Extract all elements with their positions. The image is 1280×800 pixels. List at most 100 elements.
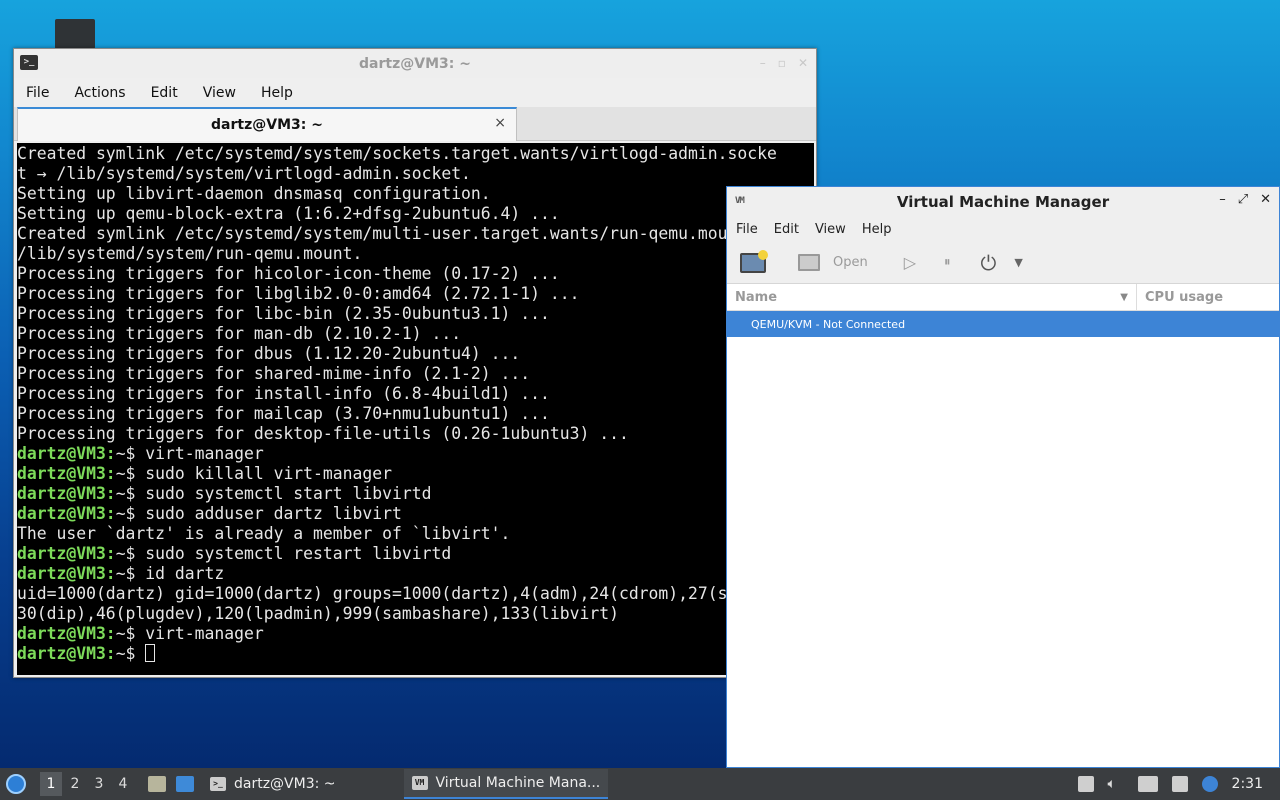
terminal-line-text: Processing triggers for install-info (6.… (17, 384, 550, 403)
show-desktop-icon[interactable] (176, 776, 194, 792)
shutdown-menu-button[interactable]: ▼ (1014, 256, 1022, 269)
eject-icon[interactable] (1077, 776, 1094, 792)
shell-prompt: dartz@VM3: (17, 484, 116, 503)
terminal-line-text: ~$ virt-manager (115, 624, 264, 643)
menu-actions[interactable]: Actions (74, 85, 125, 101)
maximize-icon[interactable]: ⤢ (1238, 192, 1248, 207)
terminal-line: Processing triggers for shared-mime-info… (17, 364, 814, 384)
tab-label: dartz@VM3: ~ (211, 117, 323, 133)
menu-view[interactable]: View (203, 85, 236, 101)
terminal-output[interactable]: Created symlink /etc/systemd/system/sock… (17, 143, 814, 675)
vm-list-header: Name ▼ CPU usage (727, 284, 1279, 311)
terminal-line-text: /lib/systemd/system/run-qemu.mount. (17, 244, 363, 263)
terminal-line-text: Setting up qemu-block-extra (1:6.2+dfsg-… (17, 204, 560, 223)
open-button[interactable]: Open (798, 254, 868, 271)
terminal-line: Processing triggers for libglib2.0-0:amd… (17, 284, 814, 304)
workspace-1[interactable]: 1 (40, 772, 62, 796)
terminal-window: >_ dartz@VM3: ~ – ▫ ✕ File Actions Edit … (13, 48, 817, 678)
column-name[interactable]: Name ▼ (727, 284, 1137, 310)
column-name-label: Name (735, 289, 778, 305)
terminal-line: Processing triggers for man-db (2.10.2-1… (17, 324, 814, 344)
terminal-line-text: ~$ sudo systemctl restart libvirtd (115, 544, 452, 563)
terminal-line-text: Created symlink /etc/systemd/system/sock… (17, 144, 777, 163)
vmm-titlebar[interactable]: VM Virtual Machine Manager – ⤢ ✕ (727, 187, 1279, 216)
terminal-line-text: Processing triggers for shared-mime-info… (17, 364, 531, 383)
terminal-line: dartz@VM3:~$ id dartz (17, 564, 814, 584)
terminal-line-text: Processing triggers for libc-bin (2.35-0… (17, 304, 550, 323)
terminal-line: /lib/systemd/system/run-qemu.mount. (17, 244, 814, 264)
workspace-2[interactable]: 2 (64, 772, 86, 796)
task-vmm[interactable]: VM Virtual Machine Mana... (403, 769, 609, 799)
start-menu-icon[interactable] (6, 774, 26, 794)
shutdown-button[interactable]: ⏻ (981, 251, 997, 275)
terminal-line: The user `dartz' is already a member of … (17, 524, 814, 544)
vmm-menu-help[interactable]: Help (862, 222, 892, 237)
clock[interactable]: 2:31 (1232, 776, 1263, 792)
terminal-line: Setting up libvirt-daemon dnsmasq config… (17, 184, 814, 204)
terminal-title: dartz@VM3: ~ (359, 55, 471, 72)
minimize-icon[interactable]: – (760, 56, 766, 70)
clipboard-icon[interactable] (1171, 776, 1188, 792)
column-cpu[interactable]: CPU usage (1137, 290, 1223, 305)
terminal-line-text: ~$ sudo systemctl start libvirtd (115, 484, 432, 503)
vmm-window: VM Virtual Machine Manager – ⤢ ✕ File Ed… (726, 186, 1280, 768)
tab-close-icon[interactable]: × (494, 115, 506, 131)
maximize-icon[interactable]: ▫ (778, 56, 786, 70)
new-vm-button[interactable] (740, 249, 768, 273)
minimize-icon[interactable]: – (1219, 192, 1226, 207)
vmm-menu-view[interactable]: View (815, 222, 846, 237)
task-terminal-label: dartz@VM3: ~ (234, 776, 336, 792)
terminal-line-text: Processing triggers for man-db (2.10.2-1… (17, 324, 462, 343)
terminal-line: Processing triggers for libc-bin (2.35-0… (17, 304, 814, 324)
file-manager-icon[interactable] (148, 776, 166, 792)
text-cursor (145, 644, 156, 662)
task-terminal[interactable]: >_ dartz@VM3: ~ (202, 769, 344, 799)
vmm-window-controls: – ⤢ ✕ (1219, 192, 1271, 207)
connection-row[interactable]: QEMU/KVM - Not Connected (727, 311, 1279, 337)
terminal-menubar: File Actions Edit View Help (14, 78, 816, 107)
close-icon[interactable]: ✕ (1260, 192, 1271, 207)
terminal-line: Created symlink /etc/systemd/system/sock… (17, 144, 814, 164)
pause-icon: ⏸ (944, 255, 951, 270)
terminal-line-text: ~$ (115, 644, 146, 663)
terminal-line: uid=1000(dartz) gid=1000(dartz) groups=1… (17, 584, 814, 604)
vmm-app-icon: VM (735, 196, 745, 206)
desktop-icon[interactable] (55, 19, 95, 49)
terminal-line: dartz@VM3:~$ sudo killall virt-manager (17, 464, 814, 484)
vmm-menu-file[interactable]: File (736, 222, 758, 237)
task-vmm-label: Virtual Machine Mana... (435, 775, 601, 791)
open-label: Open (833, 255, 868, 270)
sort-down-icon: ▼ (1120, 291, 1128, 303)
notification-icon[interactable] (1201, 776, 1218, 792)
new-vm-icon (740, 249, 768, 273)
menu-edit[interactable]: Edit (151, 85, 178, 101)
menu-help[interactable]: Help (261, 85, 293, 101)
terminal-line-text: Processing triggers for mailcap (3.70+nm… (17, 404, 550, 423)
volume-icon[interactable]: 🔈︎ (1108, 776, 1124, 792)
terminal-titlebar[interactable]: >_ dartz@VM3: ~ – ▫ ✕ (14, 49, 816, 78)
terminal-line: Processing triggers for dbus (1.12.20-2u… (17, 344, 814, 364)
power-icon: ⏻ (980, 250, 997, 275)
system-tray: 🔈︎ 2:31 (1077, 768, 1280, 800)
connection-label: QEMU/KVM - Not Connected (751, 317, 906, 331)
terminal-task-icon: >_ (210, 777, 226, 791)
terminal-line-text: uid=1000(dartz) gid=1000(dartz) groups=1… (17, 584, 777, 603)
run-button[interactable]: ▷ (904, 253, 916, 272)
terminal-tabbar: dartz@VM3: ~ × (14, 107, 816, 141)
terminal-line: Processing triggers for hicolor-icon-the… (17, 264, 814, 284)
close-icon[interactable]: ✕ (798, 56, 808, 70)
menu-file[interactable]: File (26, 85, 49, 101)
workspace-4[interactable]: 4 (112, 772, 134, 796)
pause-button[interactable]: ⏸ (944, 255, 951, 270)
shell-prompt: dartz@VM3: (17, 624, 116, 643)
vmm-menu-edit[interactable]: Edit (774, 222, 799, 237)
terminal-tab[interactable]: dartz@VM3: ~ × (17, 107, 517, 141)
terminal-line: dartz@VM3:~$ sudo adduser dartz libvirt (17, 504, 814, 524)
terminal-line-text: ~$ sudo killall virt-manager (115, 464, 392, 483)
terminal-line-text: t → /lib/systemd/system/virtlogd-admin.s… (17, 164, 471, 183)
terminal-line: dartz@VM3:~$ virt-manager (17, 444, 814, 464)
window-controls: – ▫ ✕ (760, 56, 808, 70)
terminal-line-text: ~$ virt-manager (115, 444, 264, 463)
workspace-3[interactable]: 3 (88, 772, 110, 796)
network-icon[interactable] (1137, 776, 1158, 792)
